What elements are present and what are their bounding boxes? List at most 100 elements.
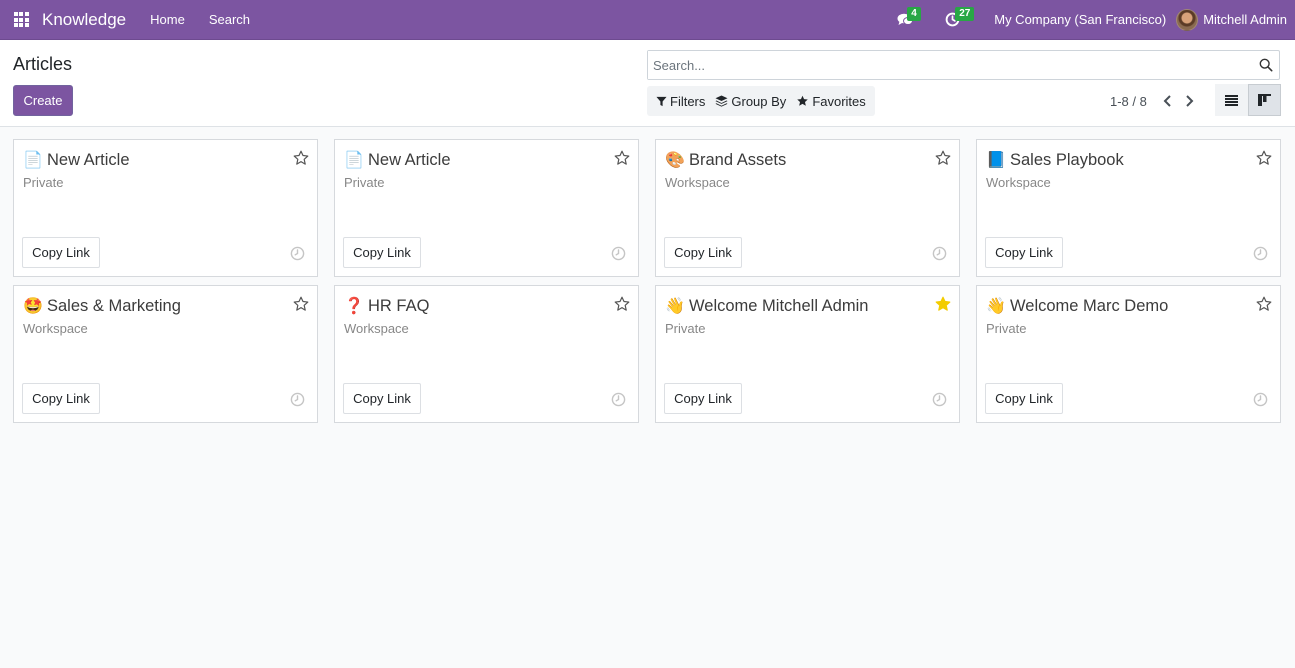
article-category: Private [23, 175, 64, 190]
copy-link-button[interactable]: Copy Link [664, 237, 742, 268]
article-title[interactable]: 👋 Welcome Mitchell Admin [665, 296, 868, 316]
article-title[interactable]: 🤩 Sales & Marketing [23, 296, 181, 316]
article-title-text: HR FAQ [368, 296, 430, 315]
page-icon: 📄 [344, 152, 364, 169]
article-title[interactable]: ❓ HR FAQ [344, 296, 429, 316]
star-struck-icon: 🤩 [23, 298, 43, 315]
favorite-star-icon[interactable] [935, 150, 951, 166]
kanban-view-button[interactable] [1248, 84, 1281, 116]
menu-home[interactable]: Home [138, 0, 197, 40]
pager-next-button[interactable] [1179, 91, 1201, 111]
article-title[interactable]: 👋 Welcome Marc Demo [986, 296, 1168, 316]
search-options: Filters Group By Favorites [647, 86, 875, 116]
user-menu[interactable]: Mitchell Admin [1176, 0, 1295, 40]
activity-clock-icon[interactable] [932, 392, 947, 407]
activity-clock-icon[interactable] [290, 246, 305, 261]
palette-icon: 🎨 [665, 152, 685, 169]
article-card[interactable]: 📄 New Article Private Copy Link [334, 139, 639, 277]
article-category: Private [665, 321, 706, 336]
main-navbar: Knowledge Home Search 4 27 My Company (S… [0, 0, 1295, 40]
article-title[interactable]: 📄 New Article [344, 150, 451, 170]
article-title[interactable]: 📘 Sales Playbook [986, 150, 1124, 170]
favorite-star-icon[interactable] [614, 296, 630, 312]
favorite-star-icon[interactable] [1256, 150, 1272, 166]
activity-clock-icon[interactable] [1253, 246, 1268, 261]
chevron-left-icon [1163, 95, 1172, 107]
favorite-star-icon[interactable] [293, 150, 309, 166]
filter-icon [656, 96, 667, 106]
article-card[interactable]: 📘 Sales Playbook Workspace Copy Link [976, 139, 1281, 277]
pager: 1-8 / 8 [1110, 91, 1201, 111]
copy-link-button[interactable]: Copy Link [985, 237, 1063, 268]
kanban-view: 📄 New Article Private Copy Link 📄 New Article… [13, 139, 1281, 423]
favorite-star-icon[interactable] [1256, 296, 1272, 312]
group-by-button[interactable]: Group By [710, 86, 791, 116]
group-by-label: Group By [731, 93, 787, 109]
article-title[interactable]: 🎨 Brand Assets [665, 150, 786, 170]
company-switcher[interactable]: My Company (San Francisco) [984, 0, 1176, 40]
article-title-text: New Article [368, 150, 451, 169]
copy-link-button[interactable]: Copy Link [664, 383, 742, 414]
create-button[interactable]: Create [13, 85, 73, 116]
question-mark-icon: ❓ [344, 298, 364, 315]
pager-previous-button[interactable] [1157, 91, 1179, 111]
pager-value[interactable]: 1-8 / 8 [1110, 94, 1147, 109]
article-title-text: Brand Assets [689, 150, 787, 169]
app-name[interactable]: Knowledge [42, 10, 126, 30]
article-card[interactable]: 🎨 Brand Assets Workspace Copy Link [655, 139, 960, 277]
page-title: Articles [13, 54, 73, 74]
article-title-text: Sales & Marketing [47, 296, 181, 315]
search-box [647, 50, 1280, 80]
article-title-text: New Article [47, 150, 130, 169]
layers-icon [715, 95, 728, 107]
activity-clock-icon[interactable] [1253, 392, 1268, 407]
messages-button[interactable]: 4 [889, 0, 921, 40]
user-avatar [1176, 8, 1199, 31]
article-card[interactable]: 📄 New Article Private Copy Link [13, 139, 318, 277]
control-panel: Articles Create Filters Group By [0, 40, 1295, 127]
article-card[interactable]: 🤩 Sales & Marketing Workspace Copy Link [13, 285, 318, 423]
view-switcher [1215, 84, 1281, 116]
copy-link-button[interactable]: Copy Link [985, 383, 1063, 414]
favorite-star-icon[interactable] [935, 296, 951, 312]
search-icon[interactable] [1259, 58, 1273, 72]
search-input[interactable] [648, 51, 1248, 79]
activity-clock-icon[interactable] [290, 392, 305, 407]
activities-button[interactable]: 27 [937, 0, 975, 40]
filters-label: Filters [670, 93, 706, 109]
filters-button[interactable]: Filters [651, 86, 710, 116]
systray: 4 27 My Company (San Francisco) Mitchell… [889, 0, 1295, 40]
waving-hand-icon: 👋 [986, 298, 1006, 315]
article-title[interactable]: 📄 New Article [23, 150, 130, 170]
copy-link-button[interactable]: Copy Link [343, 383, 421, 414]
article-category: Workspace [986, 175, 1051, 190]
favorites-label: Favorites [812, 93, 866, 109]
favorite-star-icon[interactable] [614, 150, 630, 166]
favorite-star-icon[interactable] [293, 296, 309, 312]
article-card[interactable]: ❓ HR FAQ Workspace Copy Link [334, 285, 639, 423]
blue-book-icon: 📘 [986, 152, 1006, 169]
page-icon: 📄 [23, 152, 43, 169]
chevron-right-icon [1186, 95, 1194, 107]
favorites-button[interactable]: Favorites [791, 86, 870, 116]
article-card[interactable]: 👋 Welcome Mitchell Admin Private Copy Link [655, 285, 960, 423]
menu-search[interactable]: Search [197, 0, 262, 40]
article-category: Workspace [344, 321, 409, 336]
activities-count-badge: 27 [955, 6, 975, 21]
copy-link-button[interactable]: Copy Link [343, 237, 421, 268]
copy-link-button[interactable]: Copy Link [22, 237, 100, 268]
article-card[interactable]: 👋 Welcome Marc Demo Private Copy Link [976, 285, 1281, 423]
kanban-view-icon [1258, 94, 1271, 106]
activity-clock-icon[interactable] [932, 246, 947, 261]
list-view-icon [1225, 94, 1238, 106]
article-title-text: Welcome Mitchell Admin [689, 296, 869, 315]
list-view-button[interactable] [1215, 84, 1248, 116]
copy-link-button[interactable]: Copy Link [22, 383, 100, 414]
article-category: Workspace [665, 175, 730, 190]
waving-hand-icon: 👋 [665, 298, 685, 315]
activity-clock-icon[interactable] [611, 392, 626, 407]
apps-menu-icon[interactable] [1, 0, 41, 40]
article-title-text: Welcome Marc Demo [1010, 296, 1169, 315]
star-icon [797, 95, 809, 106]
activity-clock-icon[interactable] [611, 246, 626, 261]
